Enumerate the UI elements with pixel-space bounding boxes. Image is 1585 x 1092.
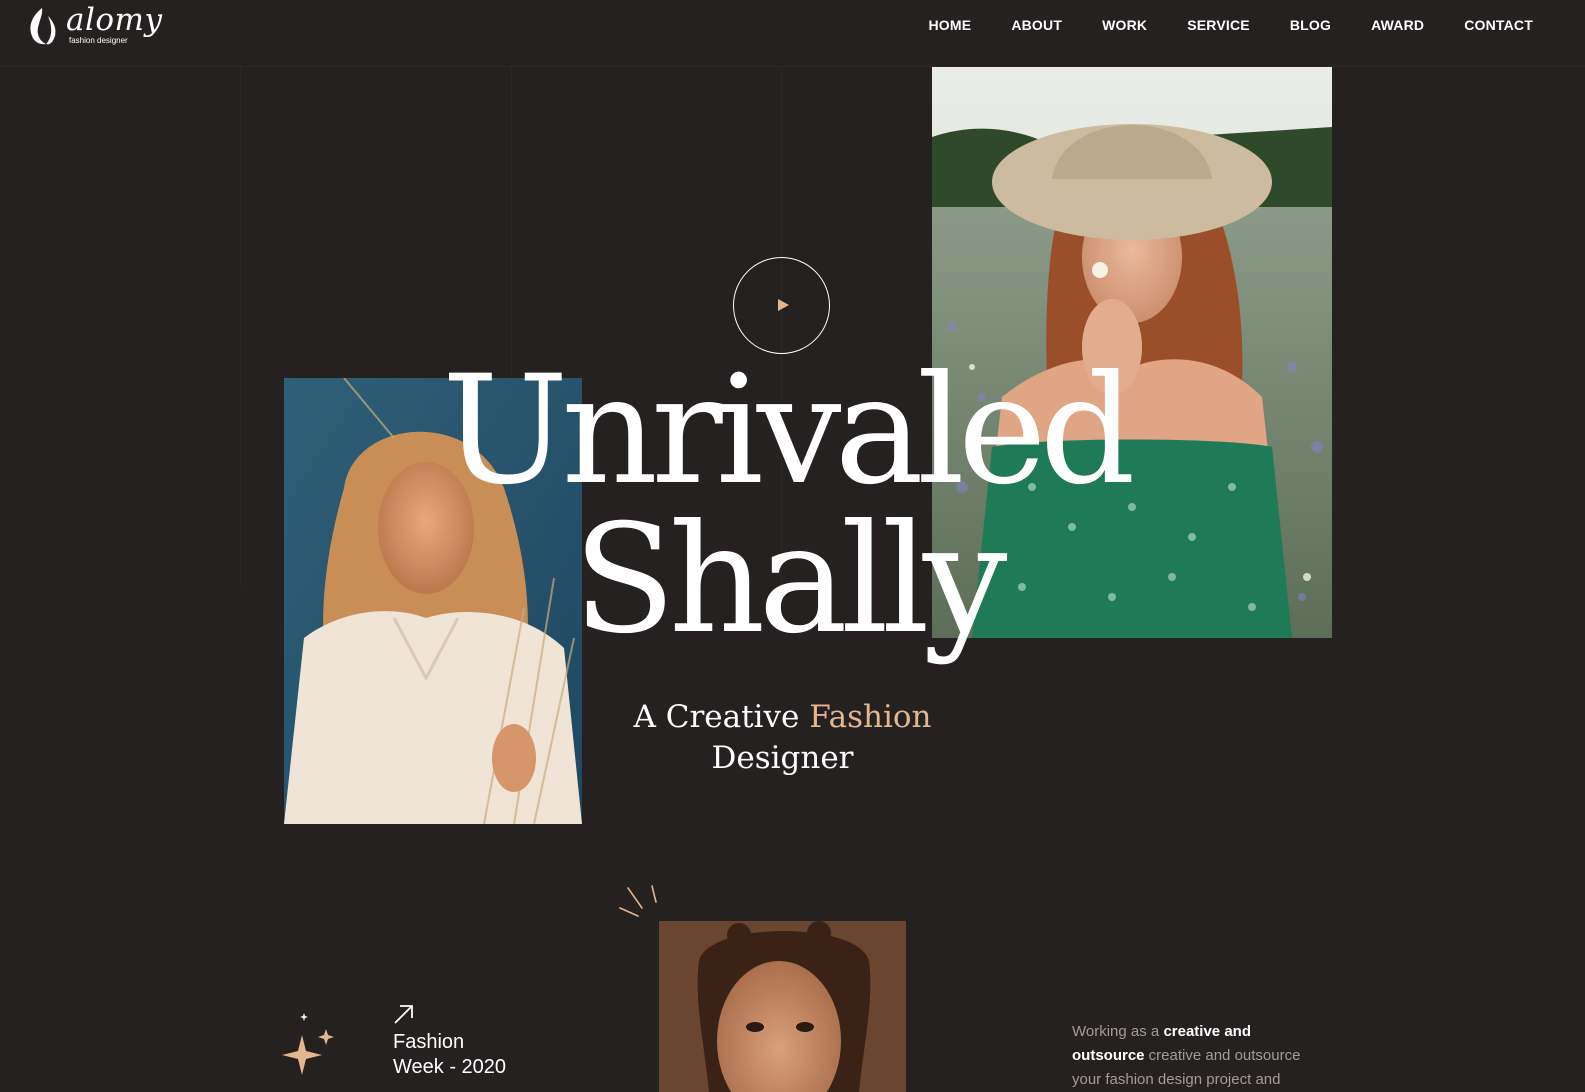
- event-title: Fashion Week - 2020: [393, 1030, 573, 1080]
- logo-mark-icon: [30, 8, 56, 45]
- event-title-line-2: Week - 2020: [393, 1056, 507, 1078]
- portrait-photo-young-woman: [659, 921, 906, 1092]
- nav-blog[interactable]: BLOG: [1290, 17, 1331, 33]
- burst-decoration-icon: [619, 885, 657, 917]
- subtitle-accent: Fashion: [809, 699, 932, 735]
- play-video-button[interactable]: [733, 257, 830, 354]
- subtitle-text: A Creative: [633, 699, 810, 735]
- about-bold-1: creative and: [1163, 1023, 1251, 1040]
- nav-work[interactable]: WORK: [1102, 17, 1147, 33]
- hero-title-line-1: Unrivaled: [442, 344, 1136, 518]
- about-paragraph: Working as a creative and outsource crea…: [1072, 1020, 1332, 1092]
- nav-service[interactable]: SERVICE: [1187, 17, 1250, 33]
- brand-name: alomy: [66, 2, 163, 38]
- nav-home[interactable]: HOME: [929, 17, 972, 33]
- brand-logo[interactable]: alomy fashion designer: [26, 2, 166, 48]
- nav-about[interactable]: ABOUT: [1011, 17, 1062, 33]
- site-header: alomy fashion designer HOME ABOUT WORK S…: [0, 0, 1585, 67]
- about-text-1: Working as a: [1072, 1023, 1164, 1040]
- arrow-up-right-icon[interactable]: [392, 1002, 416, 1026]
- about-text-3: your fashion design project and: [1072, 1071, 1281, 1088]
- hero-subtitle: A Creative Fashion Designer: [600, 697, 965, 779]
- grid-line: [240, 66, 241, 586]
- page: alomy fashion designer HOME ABOUT WORK S…: [0, 0, 1585, 1092]
- brand-tagline: fashion designer: [69, 36, 128, 45]
- play-icon: [778, 299, 789, 311]
- nav-contact[interactable]: CONTACT: [1464, 17, 1533, 33]
- about-bold-2: outsource: [1072, 1047, 1145, 1064]
- event-title-line-1: Fashion: [393, 1031, 465, 1053]
- subtitle-text-2: Designer: [711, 740, 854, 776]
- about-text-2: creative and outsource: [1144, 1047, 1301, 1064]
- nav-award[interactable]: AWARD: [1371, 17, 1424, 33]
- sparkle-decoration-icon: [282, 1013, 334, 1075]
- hero-title-line-2: Shally: [573, 493, 1007, 667]
- main-nav: HOME ABOUT WORK SERVICE BLOG AWARD CONTA…: [929, 17, 1534, 33]
